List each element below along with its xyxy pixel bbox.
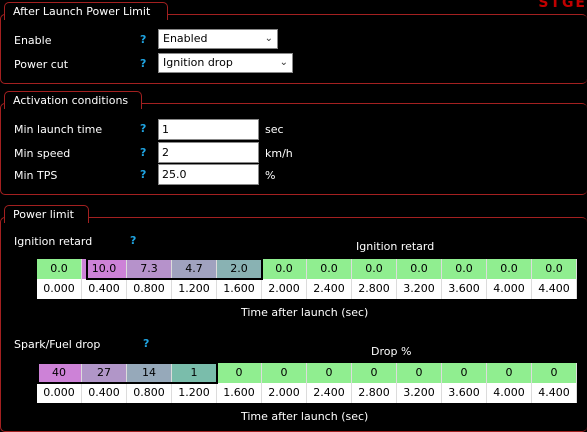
axis-cell: 2.000 [262, 383, 307, 403]
axis-cell: 0.800 [127, 383, 172, 403]
power-cut-select-value: Ignition drop [163, 56, 233, 69]
axis-cell: 4.000 [487, 279, 532, 299]
axis-cell: 2.800 [352, 279, 397, 299]
axis-cell: 2.000 [262, 279, 307, 299]
activation-title: Activation conditions [4, 91, 142, 109]
ignition-retard-values-row: 0.0 10.0 7.3 4.7 2.0 0.0 0.0 0.0 0.0 0.0 0.0 0.0 [37, 259, 577, 279]
brand-logo-fragment: STGE [538, 0, 587, 8]
value-cell[interactable]: 0.0 [442, 259, 487, 279]
axis-cell: 1.600 [217, 279, 262, 299]
ignition-retard-help-icon[interactable]: ? [130, 234, 136, 247]
value-cell[interactable]: 14 [127, 363, 172, 383]
axis-cell: 1.200 [172, 383, 217, 403]
axis-cell: 1.600 [217, 383, 262, 403]
min-tps-help-icon[interactable]: ? [140, 168, 146, 181]
ignition-retard-label: Ignition retard [14, 235, 93, 248]
axis-cell: 0.400 [82, 279, 127, 299]
min-speed-help-icon[interactable]: ? [140, 146, 146, 159]
power-cut-label: Power cut [14, 58, 69, 71]
value-cell[interactable]: 0 [307, 363, 352, 383]
value-cell[interactable]: 0.0 [532, 259, 577, 279]
min-tps-unit: % [265, 169, 276, 182]
power-limit-title: Power limit [4, 205, 89, 223]
axis-cell: 0.400 [82, 383, 127, 403]
chevron-down-icon: ⌄ [264, 33, 273, 44]
min-speed-input[interactable]: 2 [158, 142, 259, 163]
enable-select[interactable]: Enabled ⌄ [158, 29, 278, 49]
axis-cell: 0.000 [37, 383, 82, 403]
spark-fuel-drop-axis-row: 0.000 0.400 0.800 1.200 1.600 2.000 2.400 2.800… [37, 383, 577, 403]
ignition-retard-table-title: Ignition retard [356, 240, 435, 253]
axis-cell: 3.600 [442, 279, 487, 299]
value-cell[interactable]: 0.0 [487, 259, 532, 279]
min-tps-label: Min TPS [14, 169, 58, 182]
value-cell[interactable]: 1 [172, 363, 217, 383]
axis-cell: 2.400 [307, 279, 352, 299]
axis-cell: 3.600 [442, 383, 487, 403]
enable-label: Enable [14, 34, 52, 47]
axis-cell: 2.800 [352, 383, 397, 403]
axis-cell: 0.800 [127, 279, 172, 299]
min-launch-time-unit: sec [265, 123, 284, 136]
spark-fuel-drop-label: Spark/Fuel drop [14, 338, 101, 351]
ignition-retard-axis-row: 0.000 0.400 0.800 1.200 1.600 2.000 2.400 2.800… [37, 279, 577, 299]
min-speed-unit: km/h [265, 147, 293, 160]
min-launch-time-input[interactable]: 1 [158, 119, 259, 140]
after-launch-section: After Launch Power Limit Enable ? Enable… [0, 2, 587, 84]
value-cell[interactable]: 7.3 [127, 259, 172, 279]
value-cell[interactable]: 0 [397, 363, 442, 383]
min-launch-time-label: Min launch time [14, 123, 103, 136]
min-tps-input[interactable]: 25.0 [158, 164, 259, 185]
value-cell[interactable]: 2.0 [217, 259, 262, 279]
value-cell[interactable]: 0 [262, 363, 307, 383]
value-cell[interactable]: 0.0 [397, 259, 442, 279]
value-cell[interactable]: 0 [442, 363, 487, 383]
spark-fuel-drop-table-title: Drop % [371, 345, 412, 358]
enable-select-value: Enabled [163, 32, 208, 45]
axis-cell: 3.200 [397, 383, 442, 403]
value-cell[interactable]: 0 [352, 363, 397, 383]
value-cell[interactable]: 0.0 [352, 259, 397, 279]
after-launch-title: After Launch Power Limit [4, 2, 168, 20]
value-cell[interactable]: 0.0 [37, 259, 82, 279]
axis-cell: 4.000 [487, 383, 532, 403]
min-speed-label: Min speed [14, 147, 71, 160]
power-cut-select[interactable]: Ignition drop ⌄ [158, 53, 293, 73]
axis-cell: 0.000 [37, 279, 82, 299]
power-limit-section: Power limit Ignition retard ? Ignition r… [0, 205, 587, 432]
value-cell[interactable]: 10.0 [82, 259, 127, 279]
activation-section: Activation conditions Min launch time ? … [0, 91, 587, 195]
value-cell[interactable]: 27 [82, 363, 127, 383]
axis-cell: 1.200 [172, 279, 217, 299]
axis-cell: 4.400 [532, 279, 577, 299]
axis-cell: 2.400 [307, 383, 352, 403]
axis-cell: 4.400 [532, 383, 577, 403]
ignition-retard-axis-title: Time after launch (sec) [241, 306, 369, 319]
axis-cell: 3.200 [397, 279, 442, 299]
spark-fuel-drop-axis-title: Time after launch (sec) [241, 410, 369, 423]
value-cell[interactable]: 0 [532, 363, 577, 383]
power-cut-help-icon[interactable]: ? [140, 57, 146, 70]
value-cell[interactable]: 0 [487, 363, 532, 383]
chevron-down-icon: ⌄ [279, 57, 288, 68]
min-launch-time-help-icon[interactable]: ? [140, 122, 146, 135]
spark-fuel-drop-help-icon[interactable]: ? [143, 337, 149, 350]
spark-fuel-drop-values-row: 40 27 14 1 0 0 0 0 0 0 0 0 [37, 363, 577, 383]
enable-help-icon[interactable]: ? [140, 33, 146, 46]
value-cell[interactable]: 0.0 [307, 259, 352, 279]
value-cell[interactable]: 4.7 [172, 259, 217, 279]
value-cell[interactable]: 0.0 [262, 259, 307, 279]
value-cell[interactable]: 0 [217, 363, 262, 383]
value-cell[interactable]: 40 [37, 363, 82, 383]
